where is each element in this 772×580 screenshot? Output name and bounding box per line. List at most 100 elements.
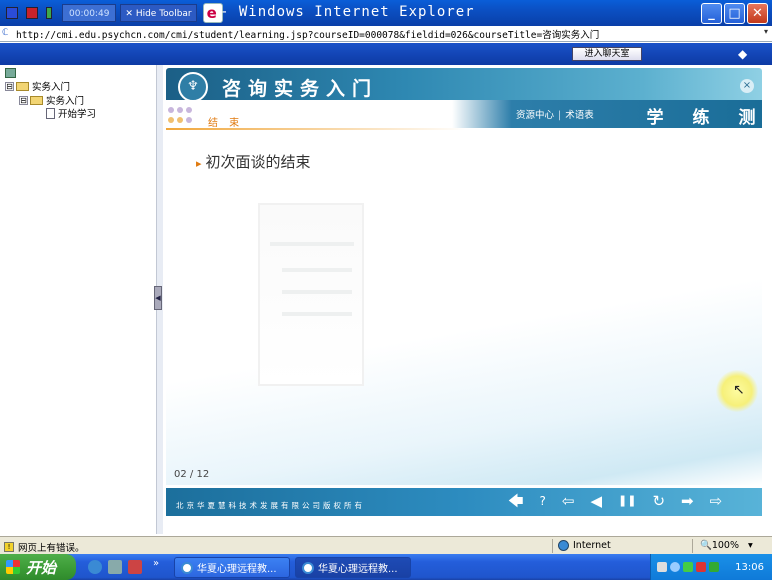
zoom-level: 🔍100% <box>700 540 739 551</box>
next-icon[interactable]: ➡ <box>681 490 694 512</box>
recorder-stop-icon[interactable] <box>26 7 38 19</box>
page-error-status[interactable]: ! 网页上有错误。 <box>4 540 85 554</box>
window-title: - Windows Internet Explorer <box>220 4 475 20</box>
shield-tray-icon[interactable] <box>709 562 719 572</box>
app-quicklaunch-icon[interactable] <box>128 560 142 574</box>
recorder-timer: 00:00:49 <box>62 4 117 22</box>
volume-tray-icon[interactable] <box>670 562 680 572</box>
start-label: 开始 <box>26 558 57 577</box>
status-message: 网页上有错误。 <box>18 543 85 554</box>
tree-item-label: 实务入门 <box>32 82 71 93</box>
recorder-toolbar: 00:00:49 ✕ Hide Toolbar e <box>2 3 223 23</box>
document-icon <box>46 107 55 119</box>
tree-item-label: 开始学习 <box>58 109 97 120</box>
address-bar[interactable]: ℂ http://cmi.edu.psychcn.com/cmi/student… <box>0 26 772 42</box>
zoom-control[interactable]: 🔍100% ▾ <box>700 540 753 551</box>
tree-item-label: 实务入门 <box>46 96 85 107</box>
alert-tray-icon[interactable] <box>696 562 706 572</box>
tree-item-start-study[interactable]: 开始学习 <box>46 106 96 120</box>
windows-logo-icon <box>6 560 20 574</box>
system-tray: 13:06 <box>650 554 772 580</box>
copyright-text: 北京华夏慧科技术发展有限公司版权所有 <box>176 501 365 510</box>
prev-page-icon[interactable]: ⇦ <box>562 490 575 512</box>
ie-quicklaunch-icon[interactable] <box>88 560 102 574</box>
task-label: 华夏心理远程教... <box>197 564 277 575</box>
folder-icon <box>30 95 43 105</box>
zoom-dropdown-icon[interactable]: ▾ <box>748 540 753 551</box>
window-controls: _ □ ✕ <box>701 3 768 24</box>
site-toolbar: 进入聊天室 ◆ <box>0 43 772 65</box>
security-tray-icon[interactable] <box>683 562 693 572</box>
heading-marker-icon: ▸ <box>196 157 202 170</box>
back-arrow-icon[interactable]: 🡄 <box>508 490 524 512</box>
address-url[interactable]: http://cmi.edu.psychcn.com/cmi/student/l… <box>16 27 599 41</box>
eraser-icon[interactable]: ◆ <box>738 47 754 61</box>
tree-item-course[interactable]: ⊟ 实务入门 <box>5 79 70 93</box>
collapse-icon[interactable]: ⊟ <box>19 95 28 105</box>
recorder-marker-icon[interactable] <box>46 7 52 19</box>
glossary-link[interactable]: 术语表 <box>565 110 594 121</box>
zone-label: Internet <box>573 540 611 551</box>
clock: 13:06 <box>735 561 764 573</box>
section-label: 结 束 <box>208 118 244 129</box>
next-page-icon[interactable]: ⇨ <box>710 490 723 512</box>
start-button[interactable]: 开始 <box>0 554 76 580</box>
collapse-icon[interactable]: ⊟ <box>5 81 14 91</box>
collapse-pane-handle[interactable]: ◀ <box>154 286 162 310</box>
slide-area <box>166 130 762 485</box>
close-button[interactable]: ✕ <box>747 3 768 24</box>
taskbar-window-1[interactable]: 华夏心理远程教... <box>174 557 290 578</box>
test-button[interactable]: 测 <box>736 103 758 128</box>
quick-launch <box>88 560 142 574</box>
decorative-dots <box>168 107 198 125</box>
tree-item-chapter[interactable]: ⊟ 实务入门 <box>19 93 84 107</box>
player-controls: 🡄 ? ⇦ ◀ ❚❚ ↻ ➡ ⇨ <box>508 490 722 512</box>
replay-icon[interactable]: ↻ <box>652 490 665 512</box>
faded-line <box>282 312 352 316</box>
tree-root-icon <box>5 68 16 78</box>
window-titlebar[interactable]: 00:00:49 ✕ Hide Toolbar e - Windows Inte… <box>0 0 772 26</box>
ie-task-icon <box>302 561 314 574</box>
rewind-icon[interactable]: ◀ <box>590 490 602 512</box>
network-tray-icon[interactable] <box>657 562 667 572</box>
course-close-icon[interactable]: × <box>740 79 754 93</box>
resource-center-link[interactable]: 资源中心 <box>516 110 554 121</box>
globe-icon <box>558 540 569 551</box>
practice-button[interactable]: 练 <box>690 103 712 128</box>
hide-toolbar-label: Hide Toolbar <box>135 9 192 19</box>
recorder-pause-icon[interactable] <box>6 7 18 19</box>
screen: 00:00:49 ✕ Hide Toolbar e - Windows Inte… <box>0 0 772 580</box>
folder-icon <box>16 81 29 91</box>
status-bar: ! 网页上有错误。 Internet 🔍100% ▾ <box>0 536 772 554</box>
course-title: 咨询实务入门 <box>222 78 379 100</box>
learn-button[interactable]: 学 <box>644 103 666 128</box>
page-icon: ℂ <box>2 28 9 38</box>
institution-logo-icon: ♆ <box>178 72 208 102</box>
faded-line <box>270 242 354 246</box>
task-label: 华夏心理远程教... <box>318 564 398 575</box>
course-tree: ⊟ 实务入门 ⊟ 实务入门 开始学习 <box>0 65 156 534</box>
pause-icon[interactable]: ❚❚ <box>618 490 636 512</box>
enter-chat-button[interactable]: 进入聊天室 <box>572 47 642 61</box>
faded-line <box>282 268 352 272</box>
address-dropdown-icon[interactable]: ▾ <box>764 27 768 36</box>
page-indicator: 02 / 12 <box>174 469 210 480</box>
media-quicklaunch-icon[interactable] <box>108 560 122 574</box>
quick-launch-more-icon[interactable]: » <box>153 558 159 569</box>
slide-heading-text: 初次面谈的结束 <box>205 153 311 171</box>
faded-panel <box>258 203 364 386</box>
warning-icon: ! <box>4 542 14 552</box>
help-icon[interactable]: ? <box>540 490 546 512</box>
hide-toolbar-button[interactable]: ✕ Hide Toolbar <box>120 4 197 22</box>
taskbar-window-2[interactable]: 华夏心理远程教... <box>295 557 411 578</box>
slide-heading: ▸ 初次面谈的结束 <box>196 151 311 172</box>
taskbar: 开始 » 华夏心理远程教... 华夏心理远程教... 13:06 <box>0 554 772 580</box>
study-buttons: 学 练 测 <box>644 103 758 128</box>
minimize-button[interactable]: _ <box>701 3 722 24</box>
mouse-cursor-icon: ↖ <box>733 382 745 398</box>
security-zone[interactable]: Internet <box>558 540 611 551</box>
ie-task-icon <box>181 561 193 574</box>
maximize-button[interactable]: □ <box>724 3 745 24</box>
resource-links: 资源中心 | 术语表 <box>516 110 594 121</box>
faded-line <box>282 290 352 294</box>
